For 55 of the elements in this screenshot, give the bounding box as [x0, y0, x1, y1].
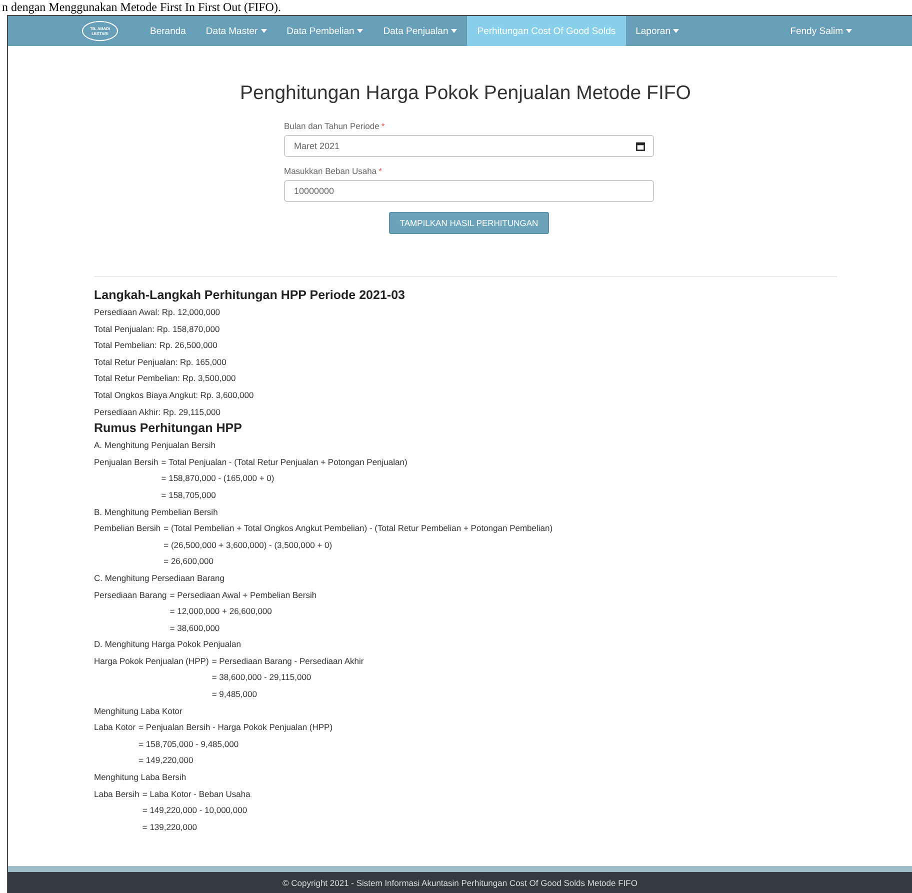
formula-term: Harga Pokok Penjualan (HPP) [94, 654, 209, 668]
step-heading: Menghitung Laba Kotor [94, 704, 184, 718]
section-heading: Langkah-Langkah Perhitungan HPP Periode 2021-03 [94, 287, 406, 304]
summary-line: Total Retur Penjualan: Rp. 165,000 [94, 356, 228, 369]
step-heading: B. Menghitung Pembelian Bersih [94, 506, 219, 519]
summary-line: Total Penjualan: Rp. 158,870,000 [94, 322, 221, 336]
section-heading: Rumus Perhitungan HPP [94, 420, 243, 438]
formula-line: = Laba Kotor - Beban Usaha [142, 788, 252, 801]
month-field[interactable]: Maret 2021 [284, 135, 654, 157]
formula-line: = 149,220,000 [138, 754, 194, 768]
input-field[interactable]: 10000000 [284, 180, 654, 202]
nav-link[interactable]: Data Penjualan [373, 16, 468, 46]
nav-link[interactable]: Laporan [626, 16, 690, 46]
footer: © Copyright 2021 - Sistem Informasi Akuntasin Perhitungan Cost Of Good Solds Metode FIFO [8, 872, 912, 893]
formula-line: = Penjualan Bersih - Harga Pokok Penjualan (HPP) [138, 721, 334, 734]
show-results-button[interactable]: TAMPILKAN HASIL PERHITUNGAN [388, 212, 550, 234]
formula-line: = Persediaan Barang - Persediaan Akhir [212, 654, 365, 668]
formula-line: = 12,000,000 + 26,600,000 [170, 605, 273, 618]
summary-line: Persediaan Akhir: Rp. 29,115,000 [94, 406, 222, 419]
formula-line: = 9,485,000 [212, 688, 258, 702]
formula-line: = Persediaan Awal + Pembelian Bersih [170, 588, 318, 602]
document-caption: n dengan Menggunakan Metode First In First Out (FIFO). [2, 0, 281, 15]
formula-term: Laba Kotor [94, 721, 136, 734]
nav-link[interactable]: Data Pembelian [276, 16, 374, 46]
page-title: Penghitungan Harga Pokok Penjualan Metode FIFO [239, 82, 692, 105]
formula-line: = 158,705,000 [161, 488, 217, 502]
user-menu[interactable]: Fendy Salim [780, 16, 862, 46]
step-heading: C. Menghitung Persediaan Barang [94, 572, 226, 585]
nav-link[interactable]: Beranda [140, 16, 196, 46]
nav-link[interactable]: Data Master [196, 16, 277, 46]
formula-line: = 26,600,000 [164, 555, 214, 568]
formula-line: = (Total Pembelian + Total Ongkos Angkut Pembelian) - (Total Retur Pembelian + Potongan Pembelian) [164, 522, 554, 536]
step-heading: A. Menghitung Penjualan Bersih [94, 439, 216, 452]
formula-line: = 158,705,000 - 9,485,000 [138, 738, 240, 751]
formula-term: Persediaan Barang [94, 588, 167, 602]
summary-line: Total Pembelian: Rp. 26,500,000 [94, 339, 218, 352]
summary-line: Persediaan Awal: Rp. 12,000,000 [94, 306, 222, 319]
step-heading: Menghitung Laba Bersih [94, 771, 188, 784]
formula-term: Laba Bersih [94, 788, 140, 801]
step-heading: D. Menghitung Harga Pokok Penjualan [94, 638, 242, 652]
formula-line: = 158,870,000 - (165,000 + 0) [161, 472, 276, 486]
formula-line: = 139,220,000 [142, 820, 198, 834]
formula-line: = 38,600,000 - 29,115,000 [212, 671, 312, 684]
formula-term: Penjualan Bersih [94, 456, 158, 469]
summary-line: Total Retur Pembelian: Rp. 3,500,000 [94, 372, 237, 386]
field-label: Bulan dan Tahun Periode * [284, 121, 386, 131]
formula-line: = Total Penjualan - (Total Retur Penjualan + Potongan Penjualan) [161, 456, 408, 469]
nav-link[interactable]: Perhitungan Cost Of Good Solds [467, 16, 626, 46]
formula-line: = 38,600,000 [170, 622, 221, 635]
formula-line: = 149,220,000 - 10,000,000 [142, 804, 248, 818]
summary-line: Total Ongkos Biaya Angkut: Rp. 3,600,000 [94, 388, 255, 402]
formula-line: = (26,500,000 + 3,600,000) - (3,500,000 + 0) [164, 538, 334, 552]
formula-term: Pembelian Bersih [94, 522, 161, 536]
field-label: Masukkan Beban Usaha * [284, 166, 383, 176]
calendar-icon[interactable] [636, 142, 645, 150]
